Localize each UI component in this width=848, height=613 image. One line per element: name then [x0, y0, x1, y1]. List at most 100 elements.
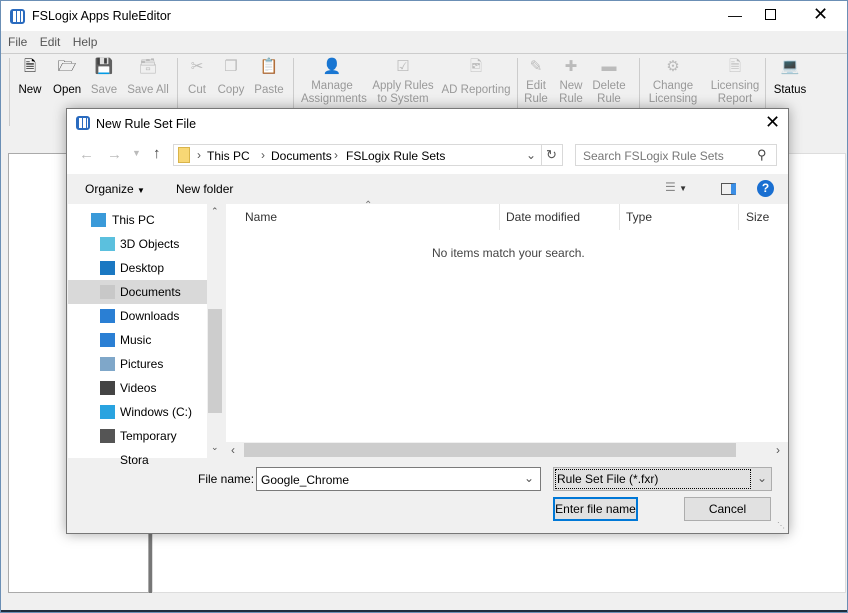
- column-type[interactable]: Type: [626, 210, 652, 224]
- toolbar-label: Paste: [254, 84, 284, 96]
- menu-help[interactable]: Help: [73, 35, 98, 49]
- laptop-icon: 💻: [780, 58, 800, 75]
- toolbar-button-apply-rules-to-system[interactable]: ☑ Apply Rules to System: [369, 59, 437, 106]
- toolbar-label: Change Licensing: [648, 80, 698, 105]
- nav-item-label: Documents: [120, 285, 181, 299]
- file-name-dropdown-icon[interactable]: ⌄: [524, 471, 534, 485]
- toolbar-button-delete-rule[interactable]: ▬ Delete Rule: [591, 58, 627, 106]
- file-type-dropdown-icon[interactable]: ⌄: [757, 471, 767, 485]
- toolbar-button-ad-reporting[interactable]: 🖻 AD Reporting: [439, 59, 513, 97]
- minimize-button[interactable]: —: [721, 7, 749, 23]
- nav-item-label: Pictures: [120, 357, 164, 371]
- toolbar-separator: [9, 58, 10, 126]
- save-dialog: New Rule Set File ✕ ← → ▼ ↑ › This PC › …: [66, 108, 789, 534]
- nav-item-windows-c[interactable]: Windows (C:): [68, 400, 207, 424]
- folder-icon: [178, 147, 190, 163]
- toolbar-button-licensing-report[interactable]: 🗎 Licensing Report: [709, 58, 761, 106]
- copy-icon: ❐: [224, 58, 238, 75]
- nav-item-label: Videos: [120, 381, 157, 395]
- nav-item-3d-objects[interactable]: 3D Objects: [68, 232, 207, 256]
- toolbar-button-paste[interactable]: 📋 Paste: [253, 59, 285, 97]
- toolbar-button-new[interactable]: 🗎 New: [18, 59, 42, 97]
- search-input[interactable]: Search FSLogix Rule Sets: [583, 149, 724, 163]
- search-box[interactable]: Search FSLogix Rule Sets ⚲: [575, 144, 777, 166]
- save-icon: 💾: [94, 58, 114, 75]
- enter-file-name-button[interactable]: Enter file name: [553, 497, 638, 521]
- breadcrumb-this-pc[interactable]: This PC: [207, 149, 250, 163]
- breadcrumb-documents[interactable]: Documents: [271, 149, 332, 163]
- help-icon[interactable]: ?: [757, 180, 774, 197]
- column-date-modified[interactable]: Date modified: [506, 210, 580, 224]
- toolbar-label: Licensing Report: [710, 80, 760, 105]
- gear-icon: ⚙: [666, 58, 680, 75]
- toolbar-button-save-all[interactable]: 🗃 Save All: [125, 59, 171, 97]
- refresh-icon[interactable]: ↻: [546, 147, 557, 163]
- maximize-button[interactable]: [765, 9, 776, 20]
- dialog-close-button[interactable]: ✕: [765, 112, 780, 133]
- nav-item-temporary-stora[interactable]: Temporary Stora: [68, 424, 207, 467]
- recent-dropdown-icon[interactable]: ▼: [132, 148, 141, 158]
- toolbar-label: Copy: [217, 84, 245, 96]
- back-icon[interactable]: ←: [79, 146, 94, 163]
- cancel-button[interactable]: Cancel: [684, 497, 771, 521]
- menu-edit[interactable]: Edit: [40, 35, 61, 49]
- nav-item-desktop[interactable]: Desktop: [68, 256, 207, 280]
- nav-scroll-thumb[interactable]: [208, 309, 222, 413]
- open-folder-icon: 🗁: [57, 58, 77, 75]
- horizontal-scrollbar[interactable]: ‹ ›: [226, 442, 788, 458]
- toolbar-button-status[interactable]: 💻 Status: [771, 58, 809, 97]
- nav-item-label: Temporary Stora: [120, 429, 177, 467]
- organize-button[interactable]: Organize ▼: [85, 182, 145, 196]
- documents-icon: [100, 285, 115, 299]
- nav-item-this-pc[interactable]: This PC: [68, 208, 207, 232]
- nav-scrollbar[interactable]: ⌃ ⌄: [207, 204, 223, 458]
- breadcrumb-fslogix-rule-sets[interactable]: FSLogix Rule Sets: [346, 149, 445, 163]
- toolbar-button-edit-rule[interactable]: ✎ Edit Rule: [523, 58, 549, 106]
- resize-grip-icon[interactable]: ⋱: [777, 521, 785, 530]
- view-options-icon[interactable]: ☰ ▼: [665, 180, 687, 194]
- menu-bar: File Edit Help: [8, 35, 106, 49]
- toolbar-button-save[interactable]: 💾 Save: [88, 58, 120, 97]
- file-type-select[interactable]: Rule Set File (*.fxr) ⌄: [553, 467, 772, 491]
- toolbar-button-cut[interactable]: ✂ Cut: [184, 59, 210, 97]
- file-name-value: Google_Chrome: [261, 473, 350, 487]
- address-bar[interactable]: › This PC › Documents › FSLogix Rule Set…: [173, 144, 563, 166]
- sort-indicator-icon: ⌃: [364, 200, 373, 211]
- status-bar: [1, 595, 847, 612]
- organize-label: Organize: [85, 182, 134, 196]
- close-button[interactable]: ✕: [813, 4, 828, 25]
- nav-item-label: Windows (C:): [120, 405, 193, 419]
- file-name-input[interactable]: Google_Chrome ⌄: [256, 467, 541, 491]
- drive-icon: [100, 429, 115, 443]
- toolbar-button-new-rule[interactable]: ✚ New Rule: [559, 59, 583, 106]
- pictures-icon: [100, 357, 115, 371]
- menu-file[interactable]: File: [8, 35, 27, 49]
- up-icon[interactable]: ↑: [153, 145, 161, 162]
- column-name[interactable]: Name: [245, 210, 277, 224]
- forward-icon[interactable]: →: [107, 146, 122, 163]
- dialog-icon: [76, 116, 90, 130]
- nav-item-downloads[interactable]: Downloads: [68, 304, 207, 328]
- file-type-value: Rule Set File (*.fxr): [557, 472, 659, 486]
- address-dropdown-icon[interactable]: ⌄: [526, 148, 536, 162]
- toolbar-label: Apply Rules to System: [372, 80, 434, 105]
- h-scroll-thumb[interactable]: [244, 443, 736, 457]
- edit-icon: ✎: [529, 58, 543, 75]
- toolbar-button-change-licensing[interactable]: ⚙ Change Licensing: [647, 58, 699, 106]
- dialog-title: New Rule Set File: [96, 117, 197, 131]
- new-folder-button[interactable]: New folder: [176, 182, 233, 196]
- toolbar-button-manage-assignments[interactable]: 👤 Manage Assignments: [301, 59, 367, 106]
- nav-item-pictures[interactable]: Pictures: [68, 352, 207, 376]
- toolbar-label: Cut: [188, 84, 206, 96]
- toolbar-button-open[interactable]: 🗁 Open: [53, 58, 81, 97]
- column-size[interactable]: Size: [746, 210, 769, 224]
- nav-item-videos[interactable]: Videos: [68, 376, 207, 400]
- file-name-label: File name:: [198, 472, 255, 486]
- document-icon: 🗎: [728, 58, 742, 75]
- preview-pane-icon[interactable]: [721, 183, 736, 195]
- nav-item-documents[interactable]: Documents: [68, 280, 207, 304]
- minus-icon: ▬: [601, 58, 617, 75]
- nav-item-music[interactable]: Music: [68, 328, 207, 352]
- toolbar-button-copy[interactable]: ❐ Copy: [216, 58, 246, 97]
- toolbar-label: New Rule: [559, 80, 583, 105]
